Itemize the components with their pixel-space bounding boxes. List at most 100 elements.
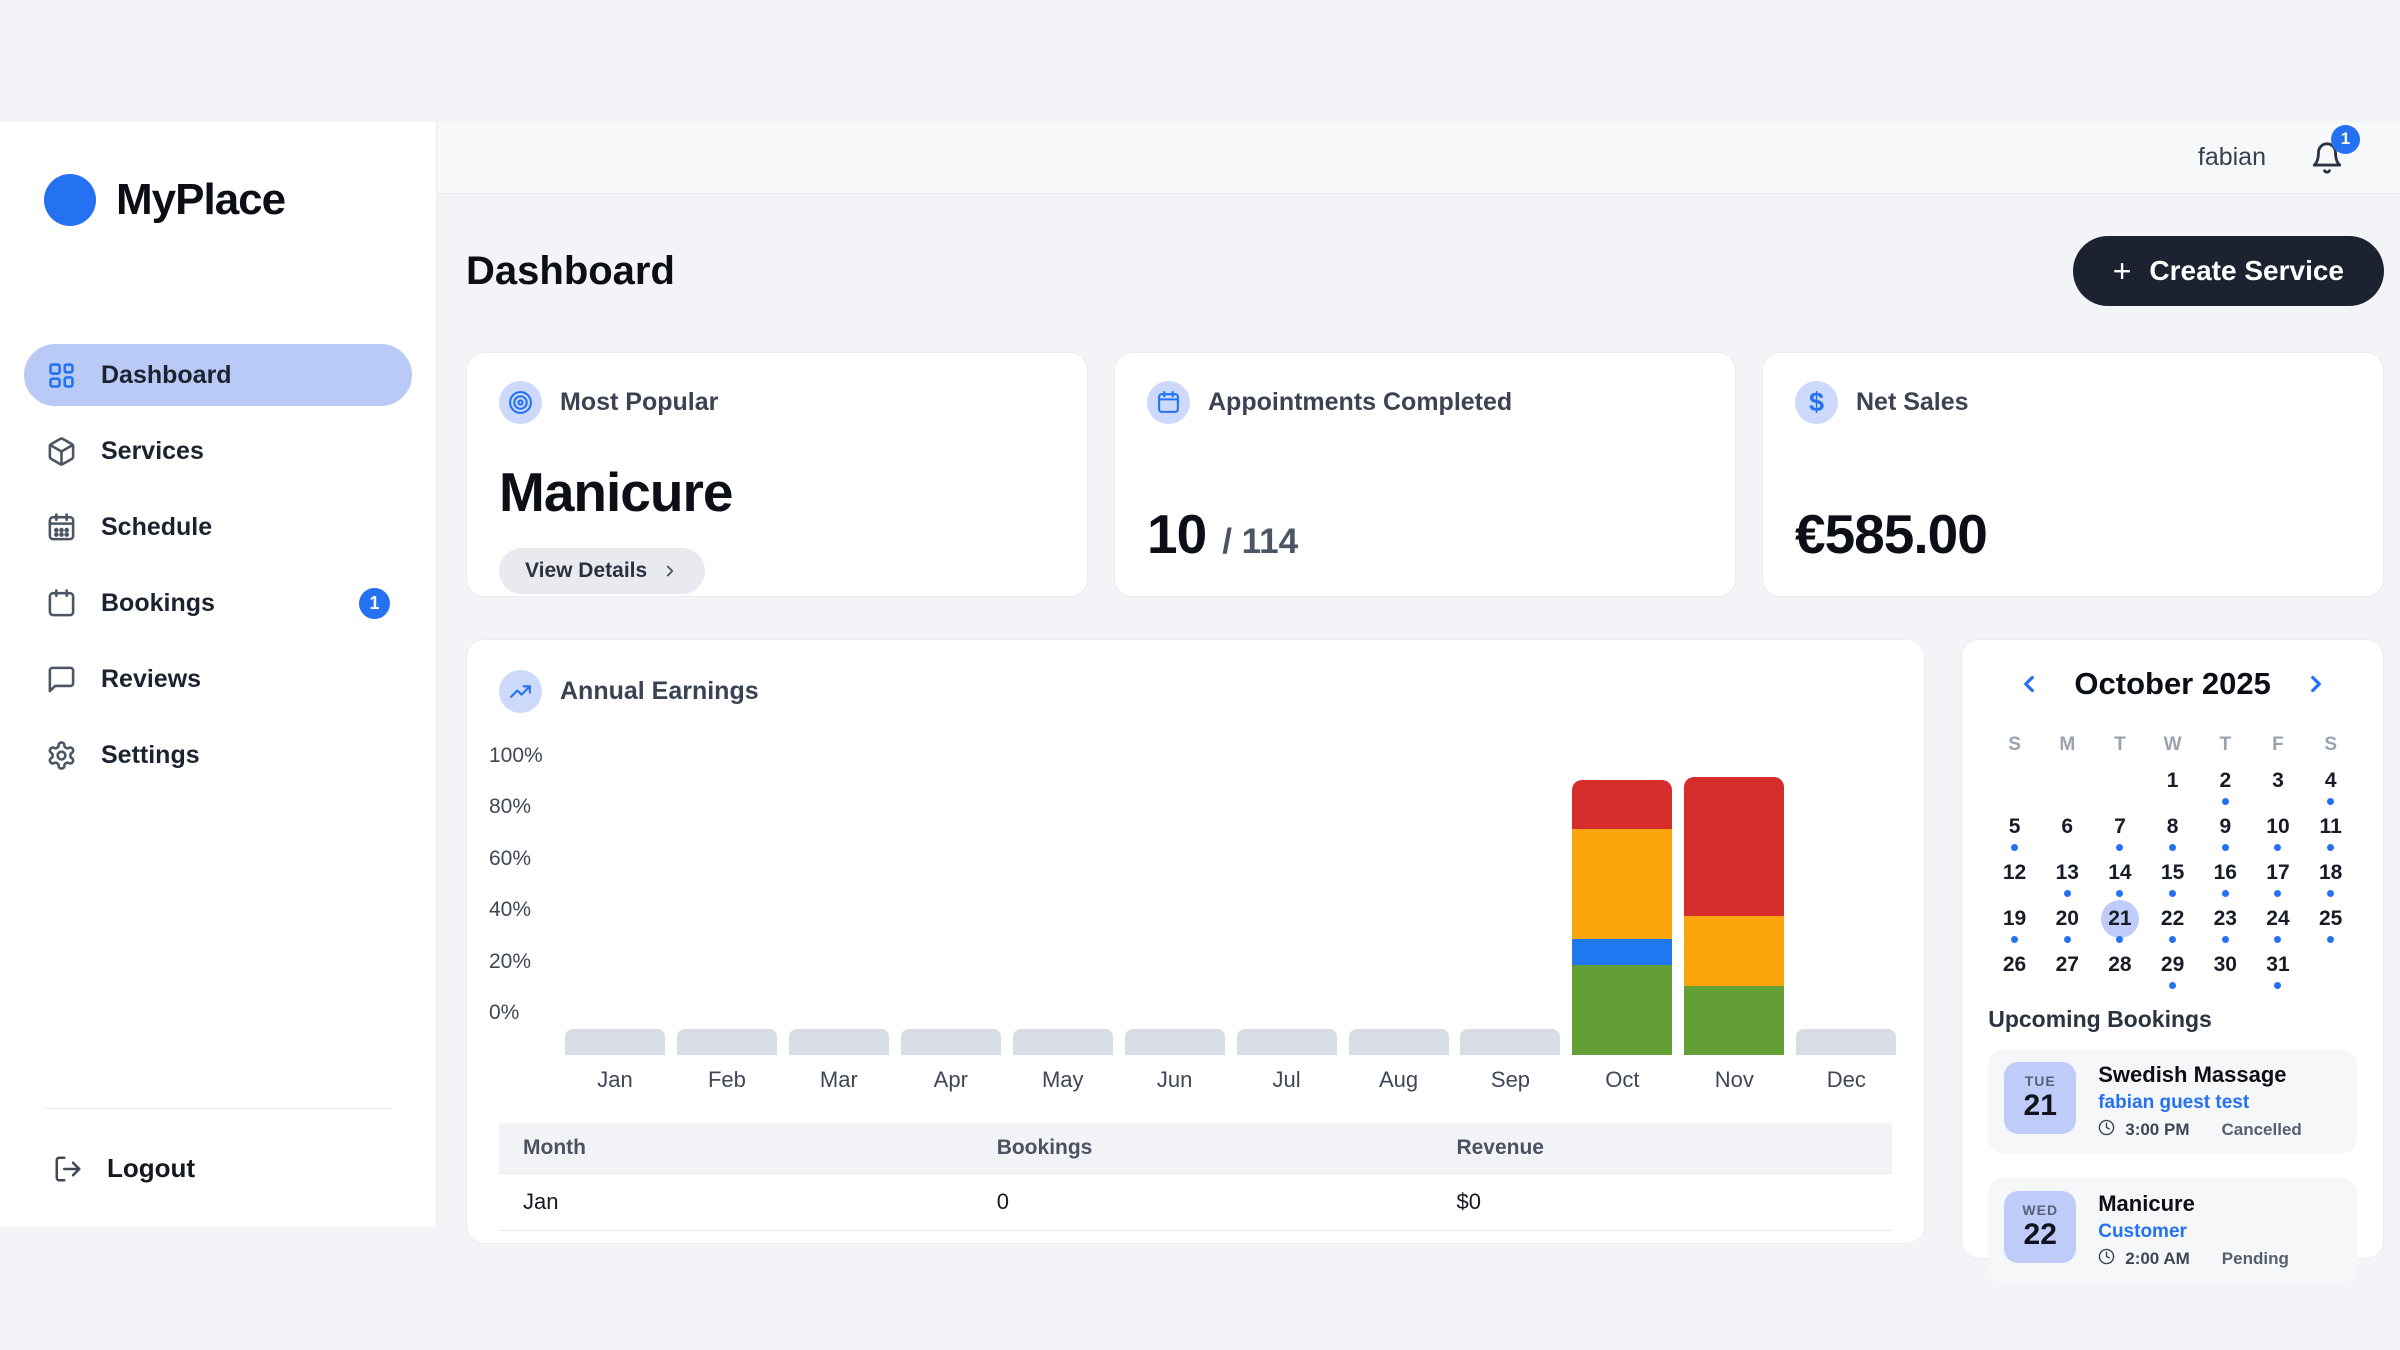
calendar-day-25[interactable]: 25 (2304, 900, 2357, 946)
calendar-day-1[interactable]: 1 (2146, 762, 2199, 808)
bars-area: JanFebMarAprMayJunJulAugSepOctNovDec (559, 755, 1902, 1093)
booking-day-name: WED (2022, 1202, 2058, 1218)
calendar-day-15[interactable]: 15 (2146, 854, 2199, 900)
empty-month-bar (1013, 1029, 1113, 1055)
username[interactable]: fabian (2198, 143, 2266, 172)
calendar-day-11[interactable]: 11 (2304, 808, 2357, 854)
logout-label: Logout (107, 1153, 195, 1184)
calendar-day-31[interactable]: 31 (2252, 946, 2305, 992)
booking-card[interactable]: WED22ManicureCustomer2:00 AMPending (1988, 1178, 2357, 1283)
booking-dot (2327, 798, 2334, 805)
calendar-empty-cell (2041, 762, 2094, 808)
calendar-card: October 2025 SMTWTFS 1234567891011121314… (1961, 639, 2384, 1259)
create-service-button[interactable]: + Create Service (2073, 236, 2384, 306)
prev-month-button[interactable] (2012, 667, 2046, 701)
table-cell: Jan (499, 1174, 973, 1231)
calendar-day-13[interactable]: 13 (2041, 854, 2094, 900)
calendar-day-21[interactable]: 21 (2094, 900, 2147, 946)
calendar-day-7[interactable]: 7 (2094, 808, 2147, 854)
sidebar-footer: Logout (0, 1108, 436, 1226)
booking-status: Pending (2222, 1249, 2289, 1269)
calendar-day-8[interactable]: 8 (2146, 808, 2199, 854)
booking-dot (2327, 844, 2334, 851)
calendar-day-12[interactable]: 12 (1988, 854, 2041, 900)
calendar-day-26[interactable]: 26 (1988, 946, 2041, 992)
y-axis-tick: 0% (489, 1001, 519, 1025)
calendar-day-9[interactable]: 9 (2199, 808, 2252, 854)
y-axis-tick: 80% (489, 795, 531, 819)
logout-button[interactable]: Logout (0, 1153, 436, 1184)
x-axis-label: Oct (1605, 1067, 1639, 1093)
booking-customer-link[interactable]: fabian guest test (2098, 1092, 2302, 1114)
calendar-month-title: October 2025 (2074, 666, 2270, 702)
calendar-day-4[interactable]: 4 (2304, 762, 2357, 808)
day-number: 8 (2154, 808, 2192, 846)
sidebar-item-schedule[interactable]: Schedule (24, 496, 412, 558)
calendar-day-19[interactable]: 19 (1988, 900, 2041, 946)
bookings-count-badge: 1 (359, 588, 390, 619)
sidebar-item-services[interactable]: Services (24, 420, 412, 482)
calendar-day-14[interactable]: 14 (2094, 854, 2147, 900)
view-details-button[interactable]: View Details (499, 548, 705, 594)
most-popular-card: Most Popular Manicure View Details (466, 352, 1088, 597)
booking-dot (2274, 890, 2281, 897)
bar-may (1013, 755, 1113, 1055)
booking-dot (2064, 890, 2071, 897)
segment-red (1572, 780, 1672, 829)
calendar-day-20[interactable]: 20 (2041, 900, 2094, 946)
notifications-button[interactable]: 1 (2310, 141, 2344, 175)
calendar-day-28[interactable]: 28 (2094, 946, 2147, 992)
segment-orange (1684, 916, 1784, 985)
calendar-day-30[interactable]: 30 (2199, 946, 2252, 992)
day-number: 6 (2048, 808, 2086, 846)
x-axis-label: Sep (1491, 1067, 1530, 1093)
calendar-day-2[interactable]: 2 (2199, 762, 2252, 808)
calendar-day-18[interactable]: 18 (2304, 854, 2357, 900)
booking-dot (2064, 936, 2071, 943)
calendar-empty-cell (1988, 762, 2041, 808)
segment-orange (1572, 829, 1672, 940)
appointments-completed: 10 (1147, 502, 1206, 566)
calendar-day-10[interactable]: 10 (2252, 808, 2305, 854)
day-number: 30 (2206, 946, 2244, 984)
chart-column-feb: Feb (671, 755, 783, 1093)
appointments-card: Appointments Completed 10 / 114 (1114, 352, 1736, 597)
sidebar-item-settings[interactable]: Settings (24, 724, 412, 786)
booking-status: Cancelled (2221, 1120, 2301, 1140)
day-number: 25 (2312, 900, 2350, 938)
booking-customer-link[interactable]: Customer (2098, 1221, 2289, 1243)
plus-icon: + (2113, 255, 2132, 287)
booking-day-number: 22 (2024, 1218, 2057, 1252)
sidebar-item-dashboard[interactable]: Dashboard (24, 344, 412, 406)
booking-card[interactable]: TUE21Swedish Massagefabian guest test3:0… (1988, 1049, 2357, 1154)
calendar-day-24[interactable]: 24 (2252, 900, 2305, 946)
calendar-day-3[interactable]: 3 (2252, 762, 2305, 808)
main-content: Dashboard + Create Service Most Popular … (438, 194, 2400, 1350)
weekday-label: T (2199, 734, 2252, 756)
booking-service-title: Manicure (2098, 1191, 2289, 1217)
chart-column-nov: Nov (1678, 755, 1790, 1093)
empty-month-bar (1460, 1029, 1560, 1055)
calendar-day-16[interactable]: 16 (2199, 854, 2252, 900)
calendar-day-29[interactable]: 29 (2146, 946, 2199, 992)
weekday-label: S (1988, 734, 2041, 756)
next-month-button[interactable] (2299, 667, 2333, 701)
x-axis-label: Dec (1827, 1067, 1866, 1093)
calendar-day-27[interactable]: 27 (2041, 946, 2094, 992)
calendar-day-17[interactable]: 17 (2252, 854, 2305, 900)
sidebar-item-reviews[interactable]: Reviews (24, 648, 412, 710)
calendar-day-6[interactable]: 6 (2041, 808, 2094, 854)
calendar-day-22[interactable]: 22 (2146, 900, 2199, 946)
bar-jan (565, 755, 665, 1055)
day-number: 12 (1996, 854, 2034, 892)
sidebar-item-bookings[interactable]: Bookings1 (24, 572, 412, 634)
chart-column-jun: Jun (1119, 755, 1231, 1093)
calendar-empty-cell (2094, 762, 2147, 808)
calendar-day-5[interactable]: 5 (1988, 808, 2041, 854)
upcoming-bookings-title: Upcoming Bookings (1988, 1006, 2357, 1033)
booking-dot (2222, 798, 2229, 805)
calendar-day-23[interactable]: 23 (2199, 900, 2252, 946)
chevron-left-icon (2016, 671, 2042, 697)
day-number: 24 (2259, 900, 2297, 938)
day-number: 14 (2101, 854, 2139, 892)
